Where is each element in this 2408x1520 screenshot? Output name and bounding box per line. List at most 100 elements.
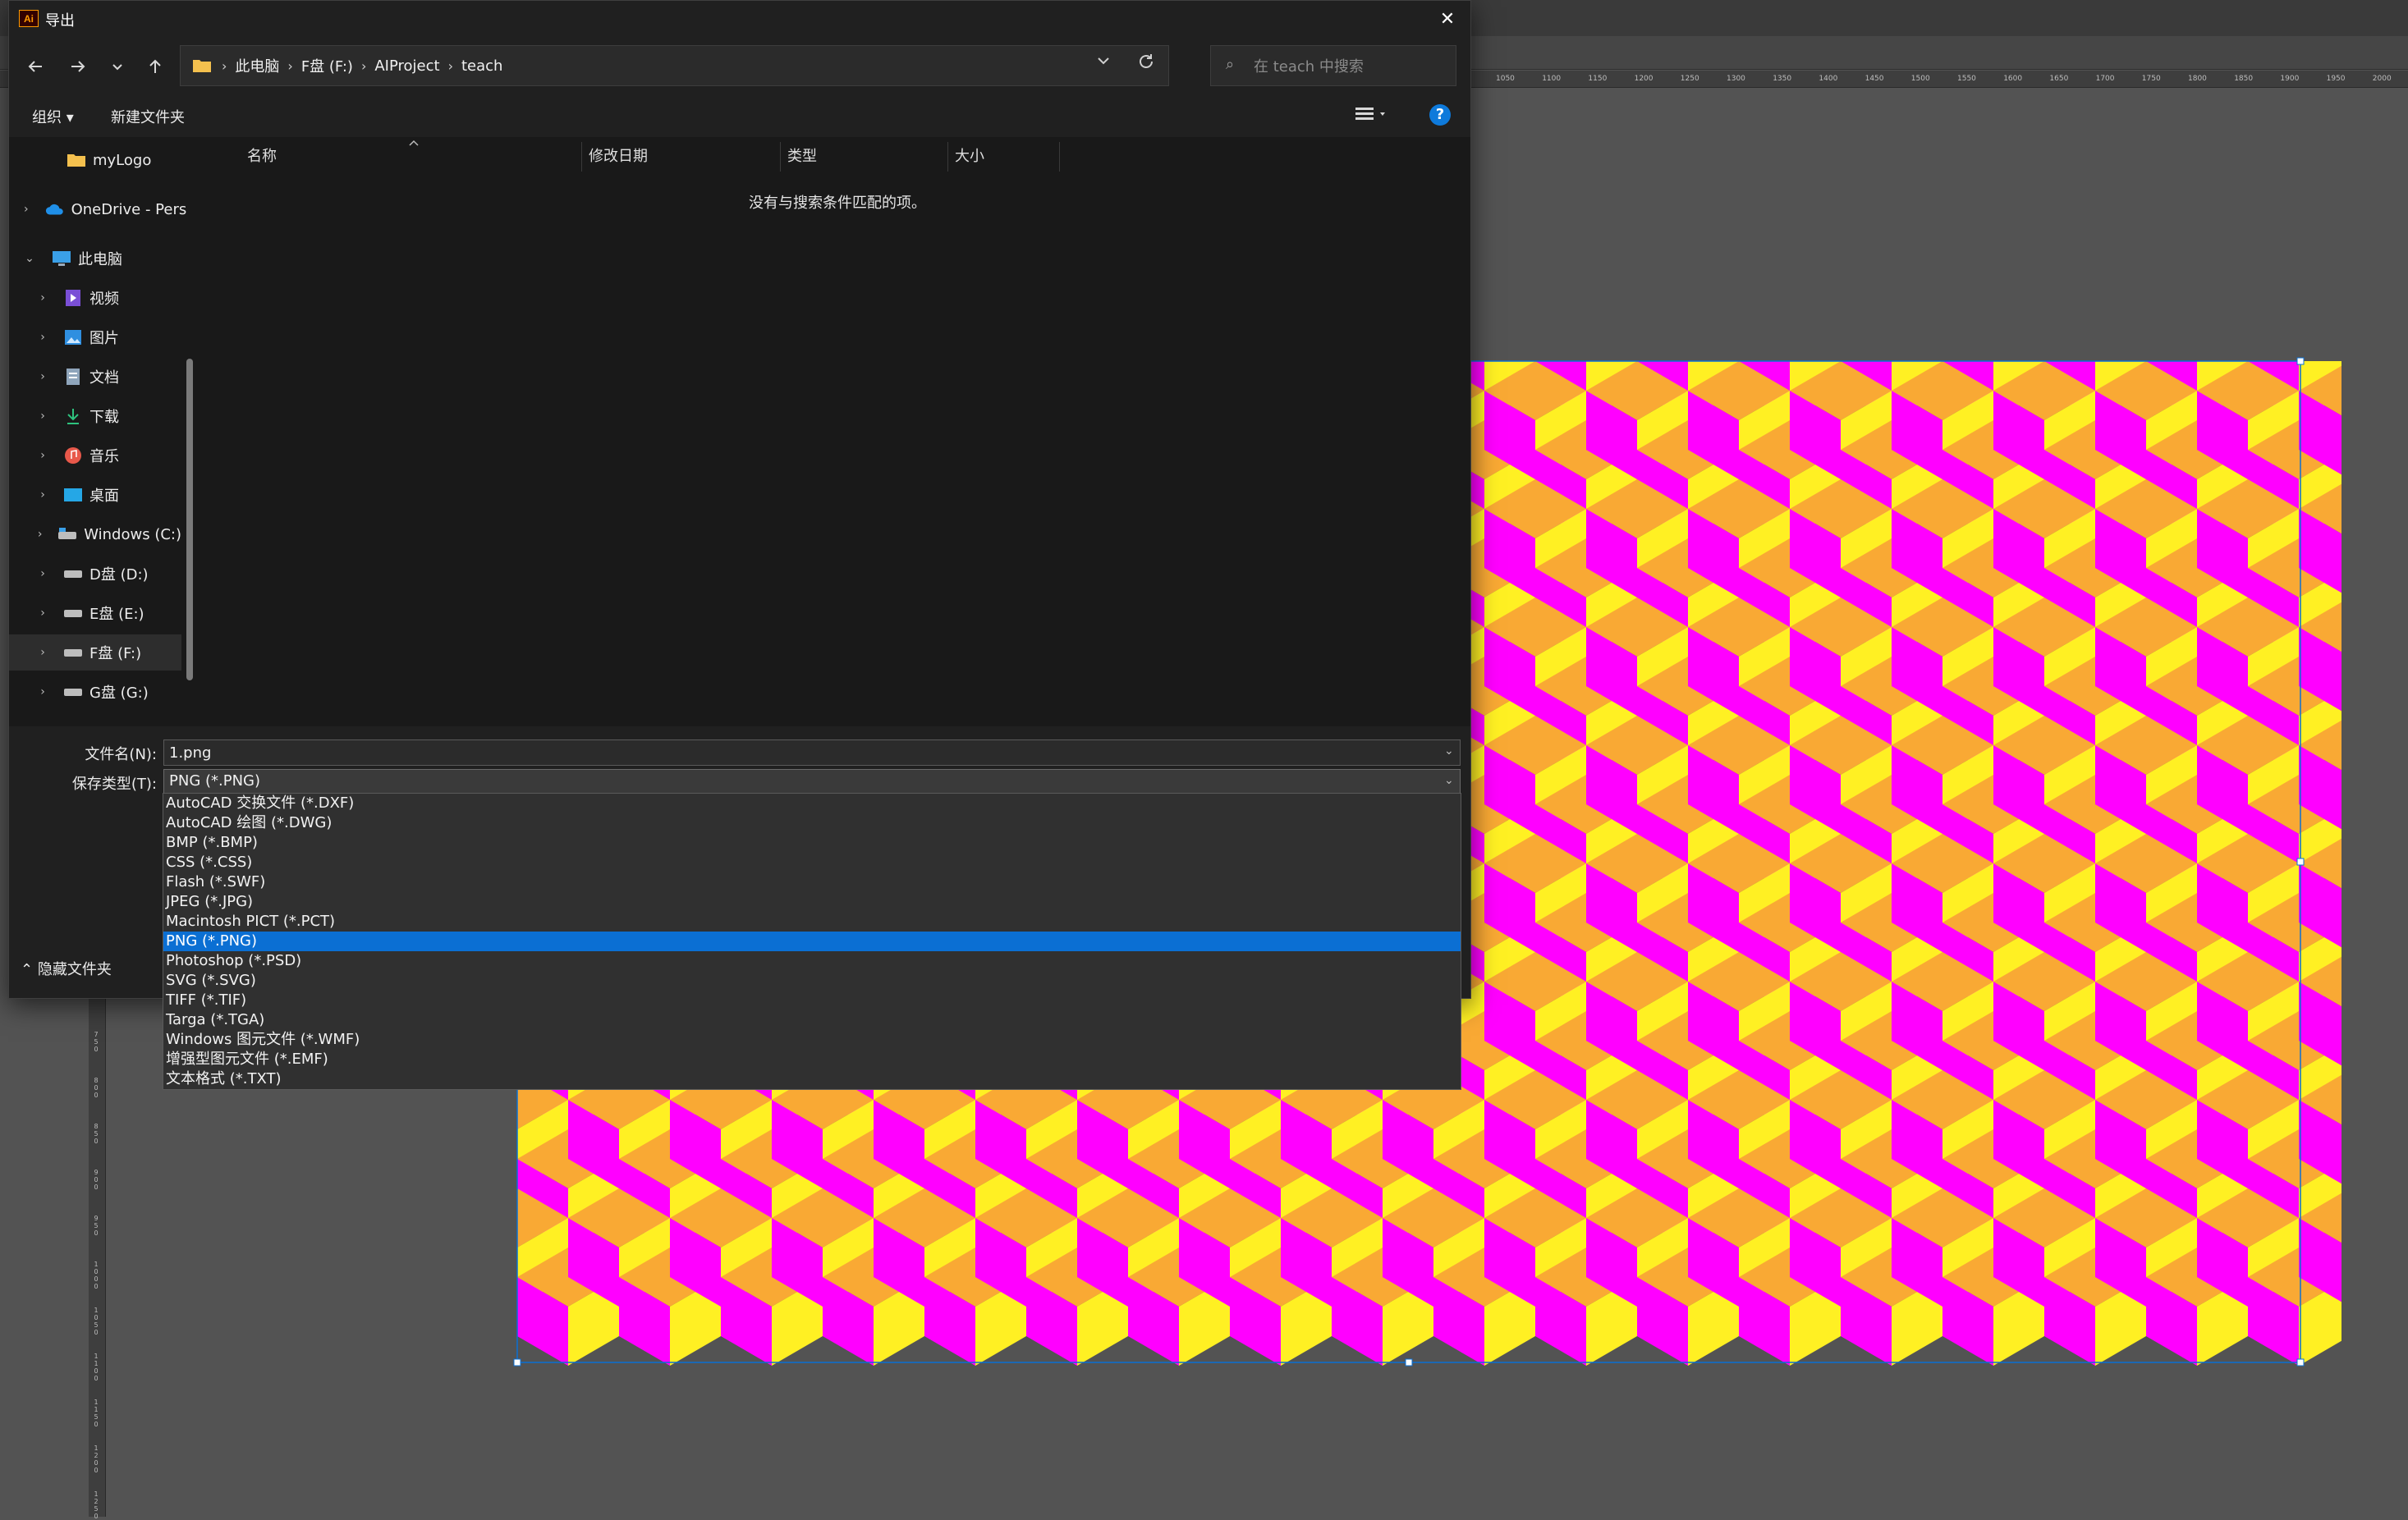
filetype-dropdown-list[interactable]: AutoCAD 交换文件 (*.DXF) AutoCAD 绘图 (*.DWG) … — [163, 793, 1461, 1090]
cube-top-face — [2350, 538, 2408, 597]
change-view-button[interactable] — [1355, 104, 1397, 127]
sidebar-item-desktop[interactable]: › 桌面 — [9, 477, 181, 513]
filetype-option[interactable]: 增强型图元文件 (*.EMF) — [163, 1050, 1461, 1069]
selection-handle[interactable] — [2296, 858, 2305, 866]
sidebar-item-label: 图片 — [89, 330, 119, 347]
sidebar-item-mylogo[interactable]: myLogo — [9, 142, 181, 178]
filetype-option[interactable]: AutoCAD 交换文件 (*.DXF) — [163, 794, 1461, 813]
breadcrumb-drive-f[interactable]: F盘 (F:) — [301, 55, 353, 76]
command-bar: 组织 ▾ 新建文件夹 ? — [9, 94, 1470, 137]
cube-right-face — [2401, 568, 2408, 657]
filetype-option[interactable]: Targa (*.TGA) — [163, 1010, 1461, 1030]
chevron-down-icon — [1098, 57, 1109, 65]
sidebar-item-label: 下载 — [89, 409, 119, 426]
cube-top-face — [365, 1188, 466, 1248]
breadcrumb-separator-icon: › — [447, 57, 453, 74]
cube-left-face — [466, 1218, 517, 1307]
sidebar-item-onedrive[interactable]: › OneDrive - Pers — [9, 191, 186, 227]
chevron-right-icon: › — [40, 449, 45, 462]
organize-button[interactable]: 组织 ▾ — [32, 106, 74, 127]
sidebar-item-documents[interactable]: › 文档 — [9, 359, 181, 395]
filetype-option[interactable]: SVG (*.SVG) — [163, 971, 1461, 991]
sidebar-item-drive-e[interactable]: › E盘 (E:) — [9, 595, 181, 631]
help-button[interactable]: ? — [1429, 104, 1451, 126]
cube-right-face — [2401, 1277, 2408, 1366]
selection-handle[interactable] — [2296, 357, 2305, 365]
filetype-option[interactable]: AutoCAD 绘图 (*.DWG) — [163, 813, 1461, 833]
cube-top-face — [2350, 657, 2408, 716]
search-input[interactable] — [1252, 54, 1444, 79]
cube-left-face — [2350, 568, 2401, 657]
refresh-icon — [1140, 54, 1153, 68]
column-header-size[interactable]: 大小 — [948, 142, 1060, 172]
cube-left-face — [2401, 509, 2408, 597]
column-header-modified[interactable]: 修改日期 — [582, 142, 781, 172]
filetype-option[interactable]: TIFF (*.TIF) — [163, 991, 1461, 1010]
breadcrumb-separator-icon: › — [287, 57, 293, 74]
cube-left-face — [2401, 391, 2408, 479]
sidebar-item-drive-d[interactable]: › D盘 (D:) — [9, 556, 181, 592]
column-header-type[interactable]: 类型 — [781, 142, 948, 172]
close-button[interactable]: ✕ — [1424, 1, 1470, 37]
cube-left-face — [415, 1159, 466, 1248]
chevron-right-icon: › — [40, 410, 45, 423]
cube-right-face — [2350, 745, 2401, 834]
selection-handle[interactable] — [513, 1358, 521, 1367]
sidebar-item-label: 视频 — [89, 291, 119, 308]
cube-top-face — [2350, 302, 2408, 361]
recent-locations-button[interactable] — [101, 50, 134, 83]
sidebar-item-drive-c[interactable]: › Windows (C:) — [9, 516, 181, 552]
forward-button[interactable] — [62, 50, 94, 83]
dialog-title-bar[interactable]: Ai 导出 ✕ — [9, 1, 1470, 37]
filetype-option[interactable]: CSS (*.CSS) — [163, 853, 1461, 872]
filetype-option[interactable]: PNG (*.PNG) — [163, 932, 1461, 951]
chevron-down-icon[interactable]: ⌄ — [1444, 744, 1454, 758]
filetype-option[interactable]: 文本格式 (*.TXT) — [163, 1069, 1461, 1089]
sidebar-item-drive-g[interactable]: › G盘 (G:) — [9, 674, 181, 710]
filetype-option[interactable]: BMP (*.BMP) — [163, 833, 1461, 853]
breadcrumb-aiproject[interactable]: AIProject — [374, 57, 439, 75]
empty-folder-message: 没有与搜索条件匹配的项。 — [749, 195, 926, 212]
chevron-right-icon: › — [40, 370, 45, 383]
sidebar-item-this-pc[interactable]: ⌄ 此电脑 — [9, 240, 181, 277]
refresh-button[interactable] — [1137, 53, 1155, 76]
breadcrumb-separator-icon: › — [360, 57, 367, 74]
cube-top-face — [2248, 302, 2350, 361]
filetype-option[interactable]: Windows 图元文件 (*.WMF) — [163, 1030, 1461, 1050]
search-box[interactable]: ⌕ — [1210, 45, 1456, 86]
selection-handle[interactable] — [2296, 1358, 2305, 1367]
cube-top-face — [2401, 597, 2408, 657]
drive-icon — [63, 565, 83, 583]
chevron-down-icon[interactable]: ⌄ — [1444, 774, 1454, 787]
filetype-option[interactable]: Flash (*.SWF) — [163, 872, 1461, 892]
navigation-scrollbar[interactable] — [186, 359, 193, 680]
sidebar-item-label: 此电脑 — [78, 251, 122, 268]
cube-left-face — [2401, 1218, 2408, 1307]
sidebar-item-pictures[interactable]: › 图片 — [9, 319, 181, 355]
filetype-option[interactable]: Macintosh PICT (*.PCT) — [163, 912, 1461, 932]
sidebar-item-music[interactable]: › 音乐 — [9, 437, 181, 474]
filetype-option[interactable]: Photoshop (*.PSD) — [163, 951, 1461, 971]
filename-input[interactable] — [163, 739, 1461, 766]
hide-folders-button[interactable]: ⌃ 隐藏文件夹 — [21, 958, 112, 979]
breadcrumb-teach[interactable]: teach — [461, 57, 502, 75]
sidebar-item-videos[interactable]: › 视频 — [9, 280, 181, 316]
filetype-select[interactable]: PNG (*.PNG) — [163, 769, 1461, 794]
sidebar-item-label: Windows (C:) — [84, 525, 181, 543]
back-button[interactable] — [19, 50, 52, 83]
up-button[interactable] — [139, 50, 172, 83]
cube-top-face — [1841, 302, 1942, 361]
new-folder-button[interactable]: 新建文件夹 — [111, 106, 185, 127]
cube-top-face — [1535, 302, 1637, 361]
address-bar[interactable]: › 此电脑 › F盘 (F:) › AIProject › teach — [180, 45, 1169, 86]
cube-right-face — [2350, 982, 2401, 1070]
sidebar-item-label: 文档 — [89, 369, 119, 387]
arrow-right-icon — [71, 61, 85, 72]
filetype-option[interactable]: JPEG (*.JPG) — [163, 892, 1461, 912]
sidebar-item-downloads[interactable]: › 下载 — [9, 398, 181, 434]
breadcrumb-this-pc[interactable]: 此电脑 — [235, 55, 279, 76]
file-list-pane[interactable]: 名称 修改日期 类型 大小 没有与搜索条件匹配的项。 — [204, 137, 1470, 726]
selection-handle[interactable] — [1405, 1358, 1413, 1367]
sidebar-item-drive-f[interactable]: › F盘 (F:) — [9, 634, 181, 671]
address-history-button[interactable] — [1096, 53, 1111, 72]
